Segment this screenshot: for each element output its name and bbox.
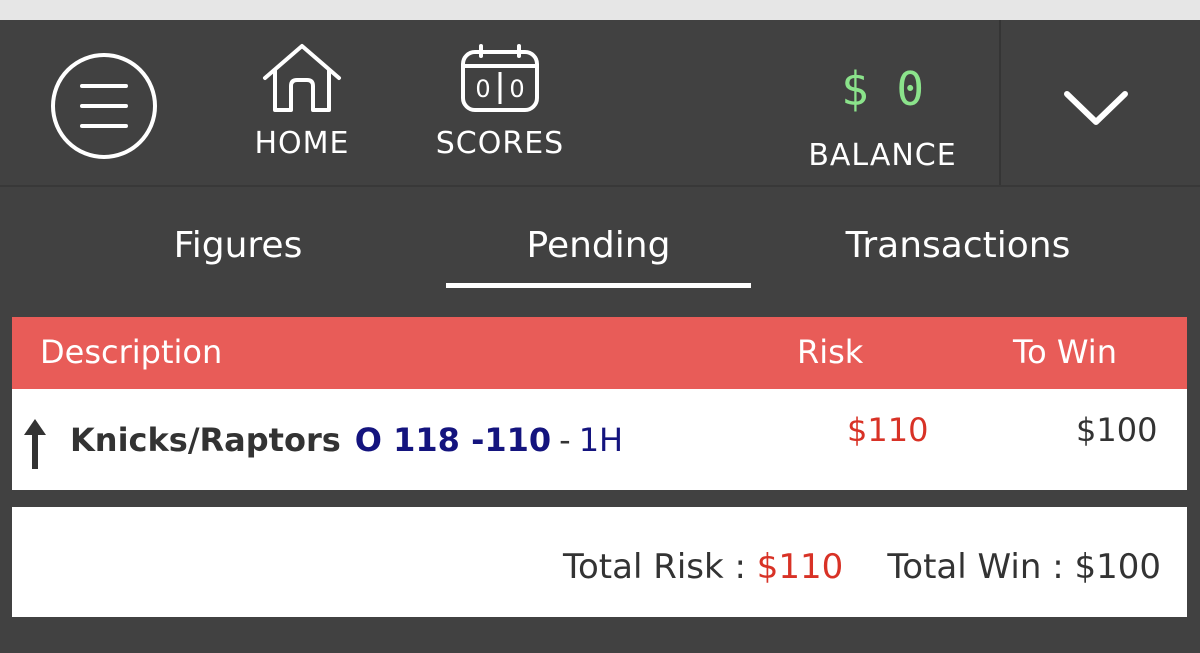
home-icon — [254, 42, 350, 118]
home-label: HOME — [254, 126, 350, 161]
active-tab-indicator — [446, 283, 751, 288]
total-risk-label: Total Risk : — [563, 547, 746, 587]
chevron-down-icon — [1064, 91, 1128, 125]
tab-bar: Figures Pending Transactions — [0, 187, 1200, 297]
table-header: Description Risk To Win — [12, 317, 1187, 389]
tab-figures[interactable]: Figures — [168, 225, 308, 266]
scoreboard-digit-left: 0 — [475, 75, 490, 103]
column-description: Description — [40, 333, 223, 371]
bet-teams: Knicks/Raptors — [70, 421, 341, 459]
totals-line: Total Risk : $110 Total Win : $100 — [563, 547, 1161, 587]
column-risk: Risk — [797, 333, 864, 371]
scoreboard-icon: 0 0 — [434, 42, 566, 118]
total-win-label: Total Win : — [887, 547, 1064, 587]
nav-scores[interactable]: 0 0 SCORES — [434, 42, 566, 161]
account-dropdown-button[interactable] — [1001, 20, 1200, 185]
nav-home[interactable]: HOME — [254, 42, 350, 161]
total-win-value: $100 — [1074, 547, 1161, 587]
totals-panel: Total Risk : $110 Total Win : $100 — [12, 507, 1187, 617]
bet-line: O 118 -110 — [354, 421, 552, 459]
bet-separator: - — [559, 421, 571, 459]
balance-display: $ 0 BALANCE — [800, 60, 965, 173]
bet-period: 1H — [578, 421, 624, 459]
tab-transactions[interactable]: Transactions — [838, 225, 1078, 266]
bet-description: Knicks/Raptors O 118 -110-1H — [70, 421, 623, 459]
bet-risk: $110 — [847, 411, 929, 449]
menu-button[interactable] — [51, 53, 157, 159]
total-risk-value: $110 — [756, 547, 844, 587]
balance-amount: $ 0 — [840, 62, 925, 116]
tab-pending[interactable]: Pending — [506, 225, 691, 266]
pending-bets-table: Description Risk To Win Knicks/Raptors O … — [12, 317, 1187, 490]
column-to-win: To Win — [1013, 333, 1117, 371]
app-header: HOME 0 0 SCORES $ 0 BALANCE — [0, 20, 1200, 187]
table-row[interactable]: Knicks/Raptors O 118 -110-1H $110 $100 — [12, 389, 1187, 490]
arrow-up-icon — [22, 417, 48, 475]
bet-to-win: $100 — [1076, 411, 1158, 449]
scores-label: SCORES — [435, 126, 565, 161]
top-strip — [0, 0, 1200, 20]
balance-label: BALANCE — [808, 138, 957, 173]
scoreboard-digit-right: 0 — [509, 75, 524, 103]
